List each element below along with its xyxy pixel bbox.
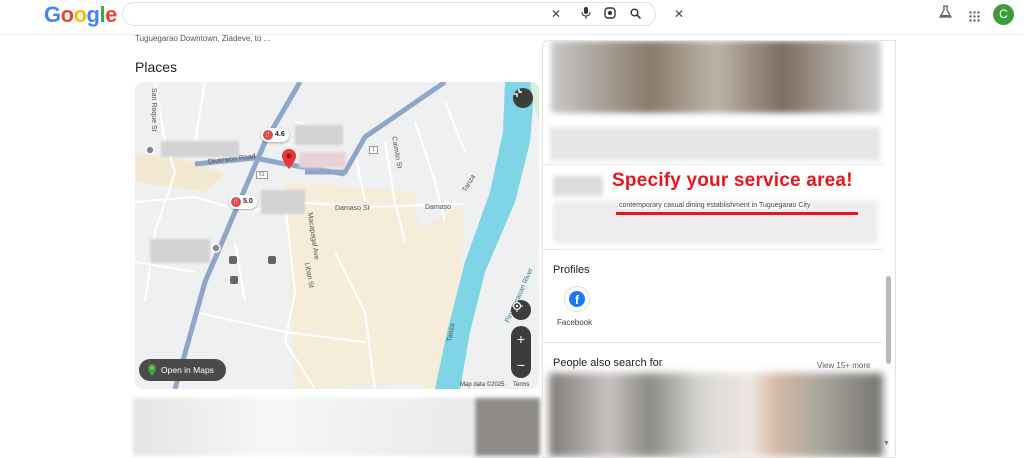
zoom-in-icon[interactable]: +: [511, 326, 531, 352]
rating-label: 4.6: [275, 131, 285, 138]
result-snippet: Tuguegarao Downtown, Ziadeve, to ...: [135, 34, 271, 43]
blurred-header-block: [550, 127, 880, 161]
service-area-callout: Specify your service area!: [612, 170, 853, 191]
blurred-related-places[interactable]: [549, 373, 883, 457]
top-bar: Google ✕ ✕ C: [0, 0, 1024, 35]
transit-icon[interactable]: [229, 275, 239, 285]
blurred-rating-block: [553, 176, 603, 196]
blurred-place-label: [161, 141, 239, 157]
logo-letter: o: [60, 2, 74, 27]
account-avatar[interactable]: C: [993, 4, 1014, 25]
facebook-profile-button[interactable]: f: [564, 286, 590, 312]
street-label-damaso: Damaso St: [335, 205, 370, 212]
open-in-maps-button[interactable]: Open in Maps: [139, 359, 226, 381]
restaurant-marker[interactable]: 🍴 4.6: [261, 128, 289, 142]
divider: [543, 342, 883, 343]
route-shield-51: 51: [256, 171, 268, 179]
people-also-search-heading: People also search for: [553, 357, 663, 369]
logo-letter: e: [105, 2, 117, 27]
blurred-result-thumbnail: [475, 398, 540, 456]
route-shield-1: 1: [369, 146, 378, 154]
zoom-out-icon[interactable]: −: [511, 352, 531, 378]
zoom-control[interactable]: + −: [511, 326, 531, 378]
search-icon[interactable]: [627, 5, 643, 21]
logo-letter: g: [86, 2, 100, 27]
view-more-link[interactable]: View 15+ more: [817, 361, 870, 370]
scroll-down-icon[interactable]: ▼: [883, 440, 890, 447]
blurred-place-label: [299, 152, 346, 168]
maps-pin-icon: [148, 364, 156, 376]
labs-flask-icon[interactable]: [938, 5, 953, 22]
close-icon[interactable]: ✕: [548, 6, 564, 22]
profiles-heading: Profiles: [553, 264, 590, 276]
restaurant-marker[interactable]: 🍴 5.0: [229, 195, 257, 209]
business-description: contemporary casual dining establishment…: [618, 202, 812, 209]
places-map[interactable]: San Roque St Diversion Road Caimito St D…: [135, 82, 539, 389]
blurred-place-label: [261, 190, 305, 214]
logo-letter: o: [73, 2, 87, 27]
facebook-label[interactable]: Facebook: [557, 318, 592, 327]
divider: [543, 249, 883, 250]
blurred-photo-strip: [551, 41, 881, 113]
restaurant-icon: 🍴: [263, 130, 273, 140]
facebook-icon: f: [569, 291, 585, 307]
search-box[interactable]: ✕: [122, 2, 684, 26]
transit-icon[interactable]: [267, 255, 277, 265]
rating-label: 5.0: [243, 198, 253, 205]
mic-icon[interactable]: [578, 5, 594, 21]
open-in-maps-label: Open in Maps: [161, 365, 214, 375]
blurred-place-label: [150, 239, 210, 263]
apps-grid-icon[interactable]: [969, 9, 980, 25]
place-dot-icon[interactable]: [145, 145, 155, 155]
highlight-underline: [616, 212, 858, 215]
restaurant-icon: 🍴: [231, 197, 241, 207]
map-attribution: Map data ©2025: [460, 382, 505, 388]
my-location-icon[interactable]: [511, 300, 531, 320]
logo-letter: G: [44, 2, 61, 27]
place-dot-icon[interactable]: [211, 243, 221, 253]
collapse-map-icon[interactable]: [513, 88, 533, 108]
street-label-san-roque: San Roque St: [150, 88, 157, 132]
blurred-place-label: [295, 125, 343, 145]
knowledge-panel: Profiles: [542, 40, 896, 458]
divider: [543, 164, 883, 165]
blurred-result-card: [133, 398, 473, 456]
close-icon[interactable]: ✕: [671, 6, 687, 22]
location-pin-icon[interactable]: [282, 149, 296, 169]
places-heading: Places: [135, 59, 178, 75]
scrollbar-thumb[interactable]: [886, 276, 891, 364]
transit-icon[interactable]: [228, 255, 238, 265]
camera-lens-icon[interactable]: [602, 5, 618, 21]
map-terms-link[interactable]: Terms: [513, 382, 529, 388]
street-label-damaso-east: Damaso: [425, 204, 452, 211]
google-logo[interactable]: Google: [44, 2, 117, 28]
